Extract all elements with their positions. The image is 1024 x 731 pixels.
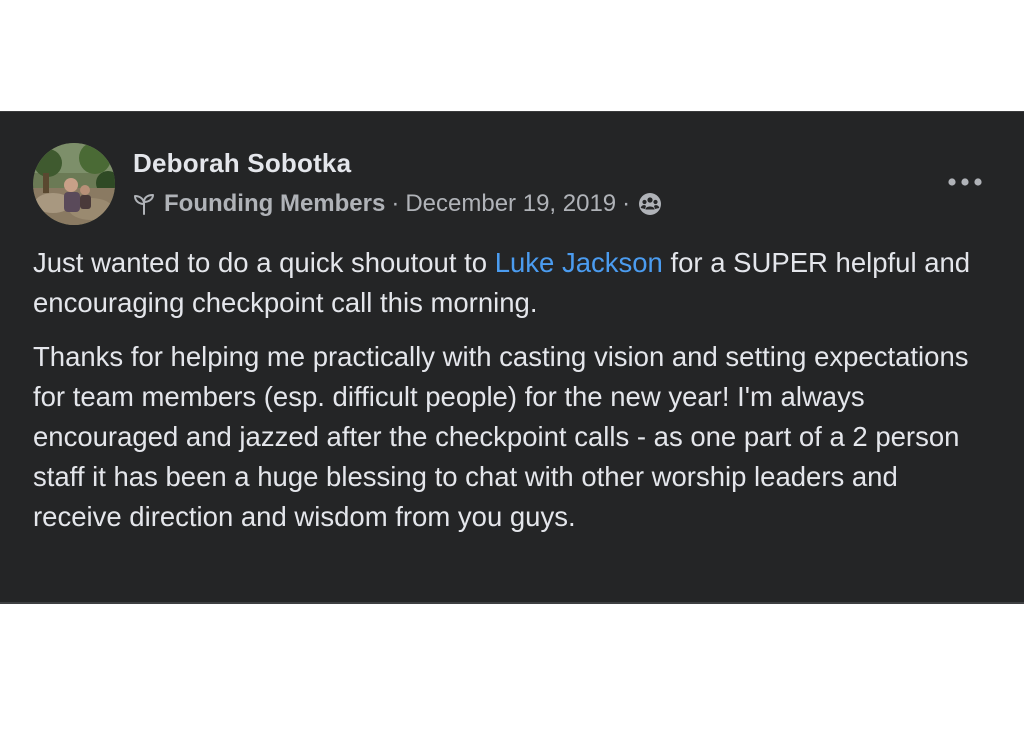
post-card: Deborah Sobotka Founding Members · Decem…	[0, 111, 1024, 604]
more-options-button[interactable]	[940, 168, 990, 196]
more-horizontal-icon	[948, 178, 982, 186]
members-icon[interactable]	[638, 192, 662, 216]
meta-separator: ·	[622, 190, 631, 217]
post-text: Just wanted to do a quick shoutout to	[33, 247, 495, 278]
post-paragraph: Thanks for helping me practically with c…	[33, 341, 969, 532]
avatar-photo	[33, 143, 115, 225]
author-name[interactable]: Deborah Sobotka	[133, 148, 351, 179]
post-meta: Founding Members · December 19, 2019 ·	[133, 188, 662, 220]
post-body: Just wanted to do a quick shoutout to Lu…	[33, 243, 993, 537]
author-avatar[interactable]	[33, 143, 115, 225]
meta-separator: ·	[391, 190, 400, 217]
mention-link[interactable]: Luke Jackson	[495, 247, 663, 278]
sprout-icon	[133, 193, 155, 215]
group-name-link[interactable]: Founding Members	[164, 190, 385, 218]
post-date-link[interactable]: December 19, 2019	[405, 190, 616, 218]
post-paragraph: Just wanted to do a quick shoutout to Lu…	[33, 243, 993, 323]
